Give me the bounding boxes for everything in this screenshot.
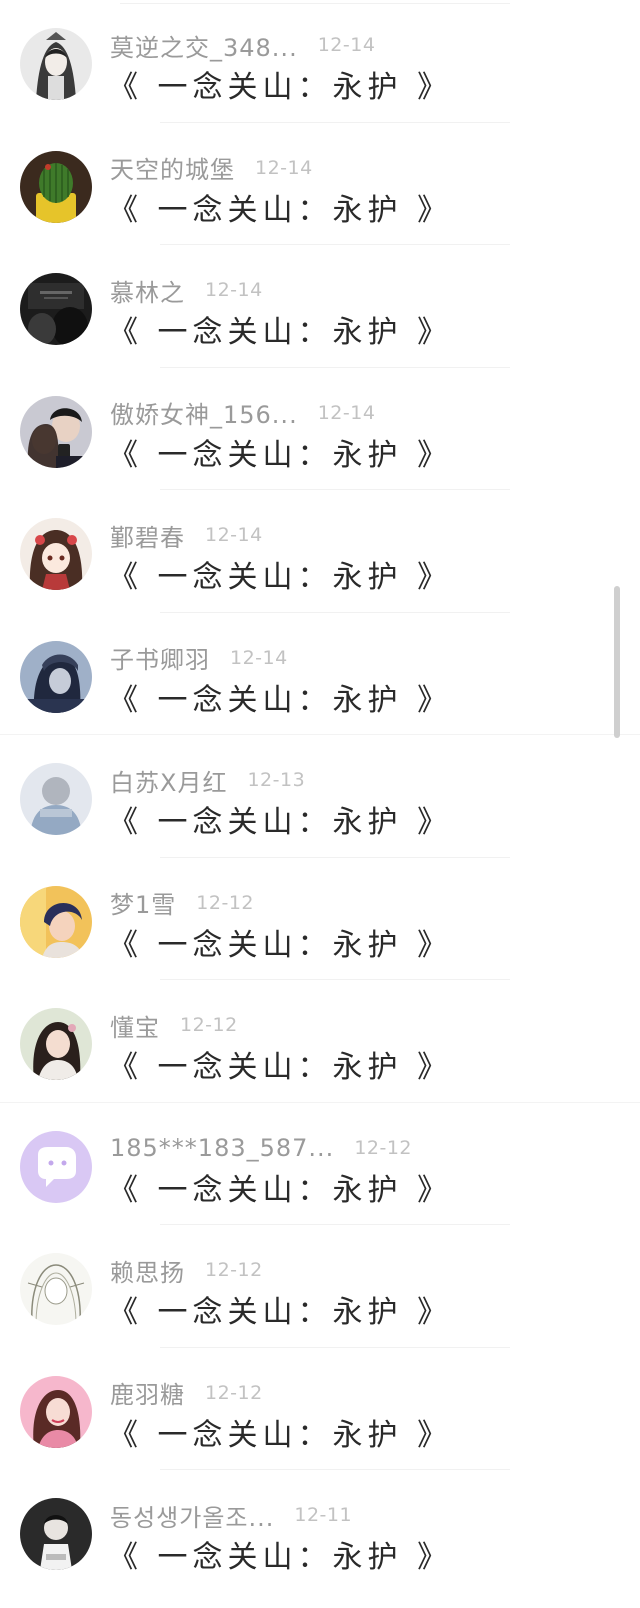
comment-item[interactable]: 傲娇女神_156... 12-14 《 一念关山：永护 》 [0, 368, 640, 490]
comment-date: 12-12 [180, 1014, 238, 1036]
comment-item[interactable]: 懂宝 12-12 《 一念关山：永护 》 [0, 980, 640, 1103]
comment-list: 莫逆之交_348... 12-14 《 一念关山：永护 》 天空的城堡 12-1… [0, 0, 640, 1593]
comment-text: 《 一念关山：永护 》 [108, 192, 453, 228]
username[interactable]: 莫逆之交_348... [110, 28, 298, 63]
comment-date: 12-14 [317, 401, 376, 424]
comment-text: 《 一念关山：永护 》 [108, 682, 453, 718]
username[interactable]: 慕林之 [110, 273, 185, 308]
comment-item[interactable]: 鹿羽糖 12-12 《 一念关山：永护 》 [0, 1348, 640, 1470]
username[interactable]: 동성생가올조... [110, 1498, 274, 1533]
comment-meta: 莫逆之交_348... 12-14 [110, 28, 375, 62]
comment-meta: 慕林之 12-14 [110, 273, 263, 307]
comment-text: 《 一念关山：永护 》 [108, 1540, 453, 1575]
username[interactable]: 傲娇女神_156... [110, 395, 298, 430]
comment-date: 12-14 [230, 646, 288, 669]
cactus-avatar[interactable] [20, 150, 92, 223]
scrollbar[interactable] [614, 586, 620, 738]
comment-item[interactable]: 慕林之 12-14 《 一念关山：永护 》 [0, 245, 640, 368]
comment-item[interactable]: 185***183_587... 12-12 《 一念关山：永护 》 [0, 1103, 640, 1225]
comment-date: 12-14 [255, 156, 313, 179]
username[interactable]: 鄞碧春 [110, 518, 185, 553]
comment-meta: 동성생가올조... 12-11 [110, 1498, 352, 1532]
username[interactable]: 鹿羽糖 [110, 1375, 185, 1410]
comment-text: 《 一念关山：永护 》 [108, 1050, 453, 1085]
comment-meta: 天空的城堡 12-14 [110, 151, 313, 185]
sketch-elf-avatar[interactable] [20, 1253, 92, 1325]
hooded-figure-avatar[interactable] [20, 640, 92, 713]
cartoon-boy-avatar[interactable] [20, 1498, 92, 1570]
username[interactable]: 185***183_587... [110, 1134, 334, 1162]
comment-text: 《 一念关山：永护 》 [108, 70, 453, 105]
username[interactable]: 懂宝 [110, 1008, 160, 1043]
comment-text: 《 一念关山：永护 》 [108, 437, 453, 473]
username[interactable]: 白苏X月红 [110, 763, 227, 798]
comment-meta: 子书卿羽 12-14 [110, 641, 288, 675]
comment-text: 《 一念关山：永护 》 [108, 560, 453, 595]
comment-text: 《 一念关山：永护 》 [108, 1295, 453, 1330]
comment-date: 12-14 [205, 279, 263, 301]
comment-item[interactable]: 鄞碧春 12-14 《 一念关山：永护 》 [0, 490, 640, 613]
comment-meta: 鄞碧春 12-14 [110, 518, 263, 552]
comment-item[interactable]: 梦1雪 12-12 《 一念关山：永护 》 [0, 858, 640, 980]
comment-meta: 懂宝 12-12 [110, 1008, 238, 1042]
comment-meta: 鹿羽糖 12-12 [110, 1376, 263, 1410]
comment-meta: 梦1雪 12-12 [110, 886, 254, 920]
comment-date: 12-13 [247, 769, 306, 791]
comment-date: 12-12 [205, 1259, 263, 1281]
couple-selfie-avatar[interactable] [20, 395, 92, 468]
comment-date: 12-14 [205, 524, 263, 546]
comment-date: 12-14 [317, 34, 376, 56]
comment-text: 《 一念关山：永护 》 [108, 315, 453, 350]
comment-item[interactable]: 赖思扬 12-12 《 一念关山：永护 》 [0, 1225, 640, 1348]
anime-girl-avatar[interactable] [20, 518, 92, 590]
comment-date: 12-12 [196, 891, 254, 914]
username[interactable]: 梦1雪 [110, 885, 176, 920]
chat-bubble-default-avatar[interactable] [20, 1130, 92, 1203]
comment-date: 12-12 [354, 1136, 413, 1159]
comment-date: 12-11 [294, 1504, 353, 1526]
comment-item[interactable]: 子书卿羽 12-14 《 一念关山：永护 》 [0, 613, 640, 735]
comment-date: 12-12 [205, 1381, 263, 1404]
blurred-person-avatar[interactable] [20, 763, 92, 835]
comment-meta: 赖思扬 12-12 [110, 1253, 263, 1287]
comment-meta: 185***183_587... 12-12 [110, 1131, 412, 1165]
username[interactable]: 天空的城堡 [110, 150, 235, 185]
comment-meta: 傲娇女神_156... 12-14 [110, 396, 375, 430]
comment-text: 《 一念关山：永护 》 [108, 1417, 453, 1453]
username[interactable]: 子书卿羽 [110, 640, 210, 675]
anime-boy-avatar[interactable] [20, 885, 92, 958]
comment-item[interactable]: 天空的城堡 12-14 《 一念关山：永护 》 [0, 123, 640, 245]
comment-item[interactable]: 동성생가올조... 12-11 《 一念关山：永护 》 [0, 1470, 640, 1593]
ink-portrait-girl-avatar[interactable] [20, 28, 92, 100]
comment-item[interactable]: 莫逆之交_348... 12-14 《 一念关山：永护 》 [0, 0, 640, 123]
username[interactable]: 赖思扬 [110, 1253, 185, 1288]
comment-text: 《 一念关山：永护 》 [108, 1172, 453, 1208]
pink-girl-avatar[interactable] [20, 1375, 92, 1448]
woman-portrait-avatar[interactable] [20, 1008, 92, 1080]
comment-text: 《 一念关山：永护 》 [108, 927, 453, 963]
comment-meta: 白苏X月红 12-13 [110, 763, 305, 797]
comment-text: 《 一念关山：永护 》 [108, 805, 453, 840]
dark-couple-avatar[interactable] [20, 273, 92, 345]
comment-item[interactable]: 白苏X月红 12-13 《 一念关山：永护 》 [0, 735, 640, 858]
